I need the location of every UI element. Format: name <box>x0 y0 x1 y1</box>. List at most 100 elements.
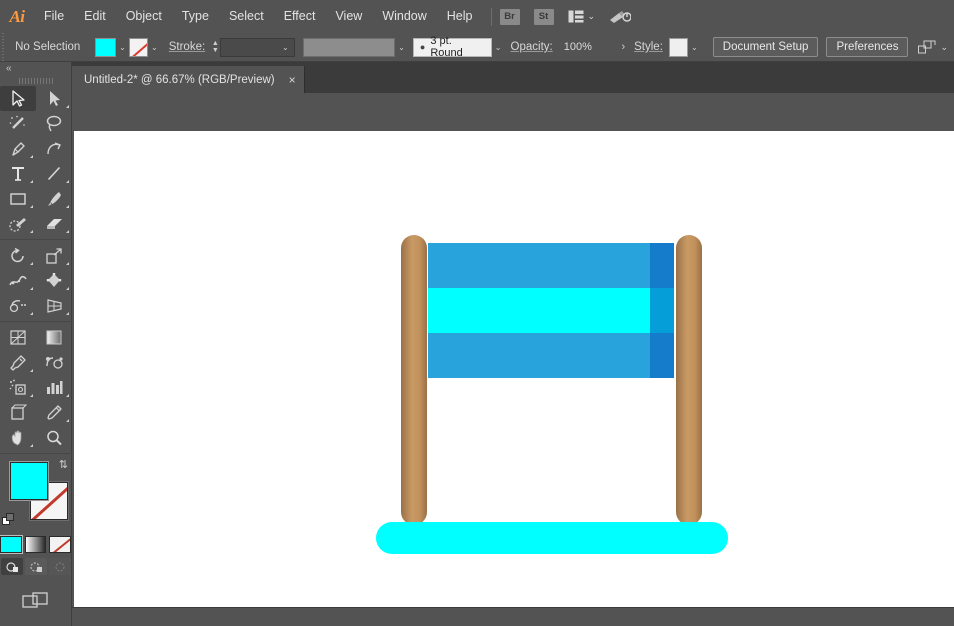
curvature-tool[interactable] <box>36 136 72 161</box>
fill-stroke-controls: ⇅ <box>0 458 72 530</box>
color-mode-flat[interactable] <box>0 535 23 554</box>
change-screen-mode-icon[interactable] <box>21 591 50 616</box>
menu-type[interactable]: Type <box>172 0 219 33</box>
artboard-tool[interactable] <box>0 400 36 425</box>
style-chevron-down-icon[interactable]: ⌄ <box>688 38 701 57</box>
eyedropper-tool[interactable] <box>0 350 36 375</box>
line-segment-tool[interactable] <box>36 161 72 186</box>
stroke-weight-chevron-down-icon[interactable]: ⌄ <box>282 43 289 52</box>
arrange-documents-icon[interactable] <box>568 10 584 23</box>
hand-tool[interactable] <box>0 425 36 450</box>
double-chevron-left-icon[interactable]: « <box>6 63 12 74</box>
blend-tool[interactable] <box>36 350 72 375</box>
column-graph-tool[interactable] <box>36 375 72 400</box>
zoom-tool[interactable] <box>36 425 72 450</box>
color-mode-row <box>0 535 72 554</box>
rectangle-tool[interactable] <box>0 186 36 211</box>
slice-tool[interactable] <box>36 400 72 425</box>
color-mode-none[interactable] <box>49 536 72 553</box>
selection-tool[interactable] <box>0 86 36 111</box>
control-bar: No Selection ⌄ ⌄ Stroke: ▲ ▼ ⌄ ⌄ ● 3 pt. … <box>0 32 954 62</box>
align-chevron-down-icon[interactable]: ⌄ <box>940 42 948 53</box>
rotate-tool[interactable] <box>0 243 36 268</box>
opacity-field[interactable]: 100% › <box>559 38 630 57</box>
fill-color-swatch[interactable] <box>95 37 117 57</box>
brush-bullet-icon: ● <box>419 42 426 52</box>
canvas-top-margin <box>72 93 954 131</box>
eraser-tool[interactable] <box>36 211 72 236</box>
menu-bar: Ai File Edit Object Type Select Effect V… <box>0 0 954 33</box>
pen-tool[interactable] <box>0 136 36 161</box>
right-post <box>676 235 702 525</box>
cyan-base-bar <box>376 522 728 554</box>
banner-stripe-1 <box>428 243 674 288</box>
swap-fill-stroke-icon[interactable]: ⇅ <box>59 458 68 471</box>
magic-wand-tool[interactable] <box>0 111 36 136</box>
lasso-tool[interactable] <box>36 111 72 136</box>
striped-banner <box>428 243 674 378</box>
tools-divider-2 <box>0 321 72 322</box>
banner-stripe-3 <box>428 333 674 378</box>
tools-divider <box>0 239 72 240</box>
menu-object[interactable]: Object <box>116 0 172 33</box>
menu-window[interactable]: Window <box>372 0 436 33</box>
align-objects-icon[interactable] <box>918 40 936 55</box>
close-icon[interactable]: × <box>289 74 296 86</box>
artboard[interactable] <box>74 131 954 607</box>
brush-definition-value: 3 pt. Round <box>430 35 463 59</box>
color-mode-gradient[interactable] <box>24 536 47 553</box>
gradient-tool[interactable] <box>36 325 72 350</box>
arrange-documents-chevron-down-icon[interactable]: ⌄ <box>588 11 596 22</box>
bridge-button[interactable]: Br <box>499 8 520 25</box>
fill-swatch-large[interactable] <box>9 461 49 501</box>
symbol-sprayer-tool[interactable] <box>0 375 36 400</box>
draw-normal-mode[interactable] <box>0 558 23 575</box>
stroke-profile-field[interactable] <box>302 37 396 57</box>
workspace-switcher-icon[interactable] <box>609 9 632 25</box>
stock-button[interactable]: St <box>533 8 554 25</box>
stroke-chevron-down-icon[interactable]: ⌄ <box>148 38 161 57</box>
selection-status-label: No Selection <box>15 41 81 53</box>
style-label: Style: <box>634 41 663 53</box>
canvas-area[interactable] <box>72 93 954 626</box>
left-post <box>401 235 427 525</box>
brush-definition-field[interactable]: ● 3 pt. Round <box>412 35 492 59</box>
menu-file[interactable]: File <box>34 0 74 33</box>
mesh-tool[interactable] <box>0 325 36 350</box>
style-swatch[interactable] <box>668 37 688 57</box>
direct-selection-tool[interactable] <box>36 86 72 111</box>
menu-view[interactable]: View <box>325 0 372 33</box>
default-fill-stroke-icon[interactable] <box>2 513 15 526</box>
shaper-tool[interactable] <box>0 211 36 236</box>
stroke-weight-label: Stroke: <box>168 41 206 53</box>
draw-behind-mode[interactable] <box>24 558 47 575</box>
menu-edit[interactable]: Edit <box>74 0 116 33</box>
type-tool[interactable] <box>0 161 36 186</box>
width-tool[interactable] <box>0 268 36 293</box>
document-setup-button[interactable]: Document Setup <box>712 37 819 57</box>
menu-help[interactable]: Help <box>437 0 483 33</box>
tools-panel-grip[interactable] <box>0 76 71 86</box>
tools-panel-header: « <box>0 62 71 76</box>
free-transform-tool[interactable] <box>36 268 72 293</box>
tools-panel: « ⇅ <box>0 62 72 626</box>
stroke-weight-field[interactable]: ⌄ <box>220 37 295 57</box>
paintbrush-tool[interactable] <box>36 186 72 211</box>
draw-inside-mode[interactable] <box>48 558 71 575</box>
brush-chevron-down-icon[interactable]: ⌄ <box>492 38 505 57</box>
opacity-arrow-icon[interactable]: › <box>621 41 625 53</box>
scale-tool[interactable] <box>36 243 72 268</box>
shape-builder-tool[interactable] <box>0 293 36 318</box>
preferences-button[interactable]: Preferences <box>826 37 909 57</box>
fill-chevron-down-icon[interactable]: ⌄ <box>116 38 129 57</box>
stroke-color-swatch[interactable] <box>128 37 148 57</box>
menu-effect[interactable]: Effect <box>274 0 326 33</box>
opacity-label: Opacity: <box>510 41 553 53</box>
stroke-weight-stepper[interactable]: ▲ ▼ <box>210 38 220 57</box>
document-tab[interactable]: Untitled-2* @ 66.67% (RGB/Preview) × <box>72 66 305 93</box>
stroke-profile-chevron-down-icon[interactable]: ⌄ <box>395 38 408 57</box>
menu-select[interactable]: Select <box>219 0 274 33</box>
banner-stripe-2 <box>428 288 674 333</box>
banner-shadow-overlay <box>650 243 674 378</box>
perspective-grid-tool[interactable] <box>36 293 72 318</box>
